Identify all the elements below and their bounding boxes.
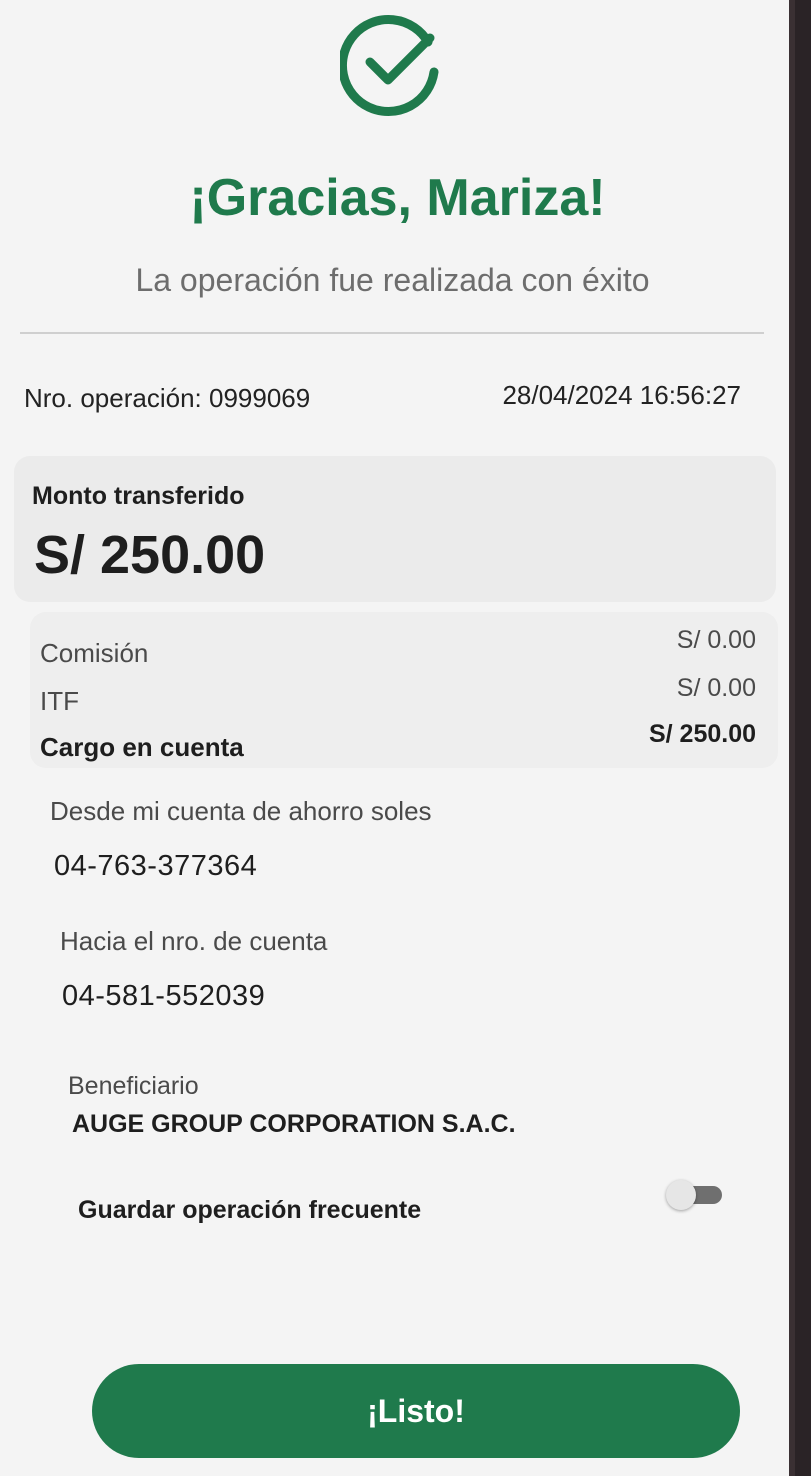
confirmation-screen: ¡Gracias, Mariza! La operación fue reali… — [0, 0, 795, 1476]
to-account-number: 04-581-552039 — [62, 980, 266, 1012]
beneficiary-label: Beneficiario — [68, 1072, 199, 1100]
save-frequent-toggle[interactable] — [666, 1180, 724, 1210]
from-account-label: Desde mi cuenta de ahorro soles — [50, 796, 432, 826]
operation-datetime: 28/04/2024 16:56:27 — [502, 380, 741, 410]
from-account-number: 04-763-377364 — [54, 850, 258, 882]
toggle-knob — [666, 1180, 696, 1210]
commission-label: Comisión — [40, 638, 149, 668]
charge-value: S/ 250.00 — [648, 720, 756, 748]
amount-card: Monto transferido S/ 250.00 — [14, 456, 776, 602]
save-frequent-label: Guardar operación frecuente — [78, 1196, 422, 1224]
beneficiary-name: AUGE GROUP CORPORATION S.A.C. — [72, 1110, 516, 1138]
commission-value: S/ 0.00 — [676, 626, 756, 654]
charge-label: Cargo en cuenta — [40, 732, 244, 762]
divider — [20, 332, 764, 334]
page-title: ¡Gracias, Mariza! — [189, 169, 606, 227]
operation-number: Nro. operación: 0999069 — [24, 383, 311, 413]
amount-label: Monto transferido — [32, 482, 245, 510]
done-button[interactable]: ¡Listo! — [92, 1364, 740, 1458]
itf-label: ITF — [40, 686, 79, 716]
fees-card: Comisión S/ 0.00 ITF S/ 0.00 Cargo en cu… — [30, 612, 778, 768]
amount-value: S/ 250.00 — [34, 525, 266, 585]
page-subtitle: La operación fue realizada con éxito — [135, 262, 650, 298]
check-circle-icon — [340, 15, 439, 116]
to-account-label: Hacia el nro. de cuenta — [60, 926, 328, 956]
itf-value: S/ 0.00 — [676, 674, 756, 702]
